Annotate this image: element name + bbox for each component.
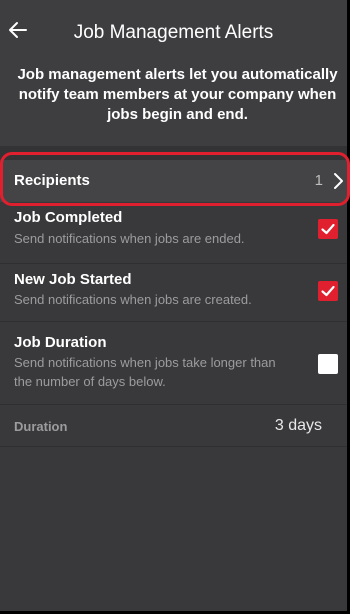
setting-description: Send notifications when jobs are created…	[14, 292, 252, 307]
duration-row[interactable]: Duration 3 days	[0, 405, 347, 447]
recipients-row[interactable]: Recipients 1	[0, 160, 347, 202]
setting-row-new-job-started: New Job Started Send notifications when …	[0, 264, 347, 322]
job-completed-checkbox[interactable]	[318, 219, 338, 239]
recipients-label: Recipients	[14, 172, 90, 189]
setting-title: Job Duration	[14, 334, 107, 351]
app-bar: Job Management Alerts	[0, 0, 347, 57]
section-divider	[0, 146, 347, 160]
new-job-started-checkbox[interactable]	[318, 281, 338, 301]
duration-label: Duration	[14, 419, 68, 434]
check-icon	[321, 223, 335, 235]
recipients-count: 1	[314, 172, 323, 189]
duration-value: 3 days	[274, 417, 322, 434]
setting-description: Send notifications when jobs are ended.	[14, 231, 245, 246]
setting-row-job-duration: Job Duration Send notifications when job…	[0, 322, 347, 405]
job-duration-checkbox[interactable]	[318, 354, 338, 374]
intro-description: Job management alerts let you automatica…	[0, 57, 347, 146]
screen: Job Management Alerts Job management ale…	[0, 0, 350, 614]
setting-title: Job Completed	[14, 209, 123, 226]
page-title: Job Management Alerts	[73, 22, 274, 43]
check-icon	[321, 285, 335, 297]
chevron-right-icon	[334, 173, 343, 189]
setting-row-job-completed: Job Completed Send notifications when jo…	[0, 202, 347, 264]
setting-description: Send notifications when jobs take longer…	[14, 355, 276, 389]
setting-title: New Job Started	[14, 271, 132, 288]
